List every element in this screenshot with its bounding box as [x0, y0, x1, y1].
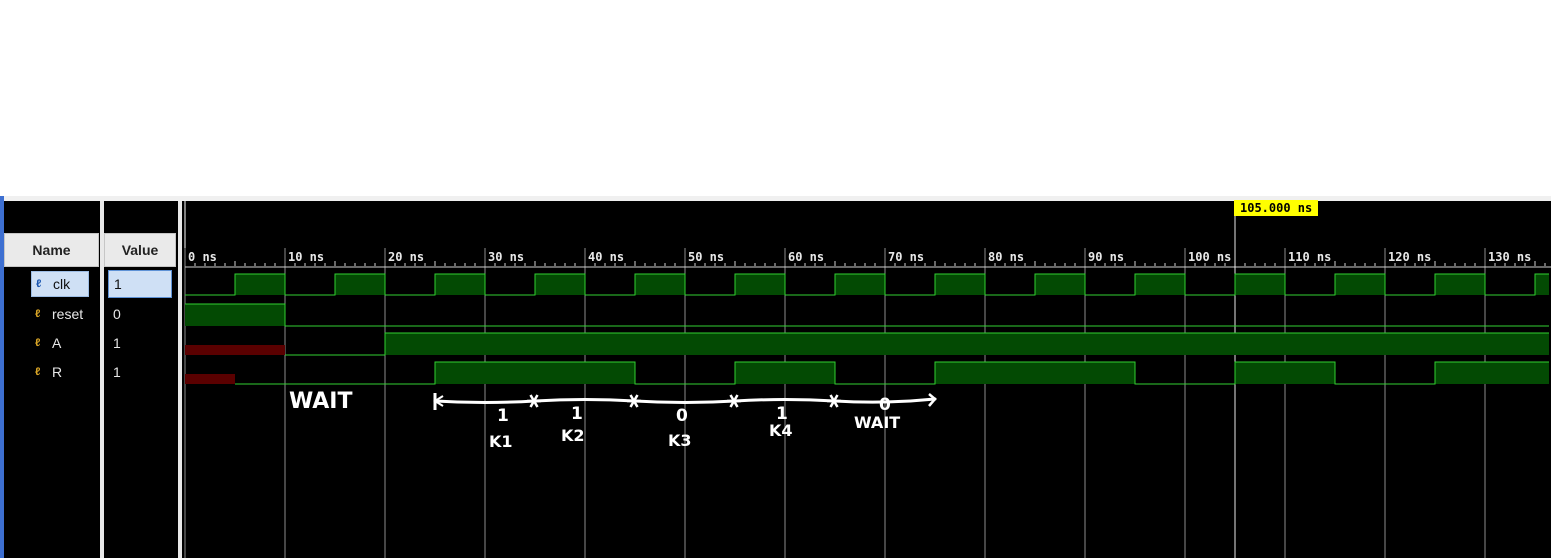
wave-high-segment: [935, 274, 985, 295]
wave-high-segment: [935, 362, 1135, 384]
annotation-segment-value: 1: [571, 404, 583, 424]
wave-unknown-segment: [185, 345, 285, 355]
time-tick-label: 0 ns: [188, 250, 217, 264]
wave-high-segment: [435, 274, 485, 295]
wave-trace: [185, 303, 1549, 327]
wave-high-segment: [385, 333, 1549, 355]
wave-high-segment: [735, 274, 785, 295]
waveform-area[interactable]: 0 ns 10 ns 20 ns 30 ns 40 ns 50 ns 60 ns 70 ns 8…: [4, 196, 1551, 558]
time-tick-label: 30 ns: [488, 250, 524, 264]
wave-high-segment: [1235, 274, 1285, 295]
annotation-segment-value: 1: [497, 406, 509, 426]
time-tick-label: 120 ns: [1388, 250, 1431, 264]
wave-high-segment: [1435, 274, 1485, 295]
wave-high-segment: [185, 304, 285, 326]
wave-high-segment: [1335, 274, 1385, 295]
wave-high-segment: [235, 274, 285, 295]
annotation-segment-label: K1: [489, 432, 513, 451]
wave-high-segment: [735, 362, 835, 384]
time-tick-label: 50 ns: [688, 250, 724, 264]
wave-high-segment: [635, 274, 685, 295]
annotation-segment-label: K3: [668, 431, 692, 450]
wave-high-segment: [835, 274, 885, 295]
wave-high-segment: [535, 274, 585, 295]
annotation-segment-value: 0: [879, 395, 891, 415]
wave-high-segment: [1035, 274, 1085, 295]
time-tick-label: 100 ns: [1188, 250, 1231, 264]
time-tick-label: 90 ns: [1088, 250, 1124, 264]
wave-high-segment: [1135, 274, 1185, 295]
time-tick-label: 80 ns: [988, 250, 1024, 264]
wave-high-segment: [335, 274, 385, 295]
cursor-time-label[interactable]: 105.000 ns: [1234, 200, 1319, 216]
annotation-segment-label: K2: [561, 426, 585, 445]
wave-high-segment: [1235, 362, 1335, 384]
wave-high-segment: [1435, 362, 1549, 384]
wave-unknown-segment: [185, 374, 235, 384]
time-tick-label: 20 ns: [388, 250, 424, 264]
time-tick-label: 60 ns: [788, 250, 824, 264]
wave-trace: [235, 361, 1549, 385]
time-tick-label: 70 ns: [888, 250, 924, 264]
time-tick-label: 40 ns: [588, 250, 624, 264]
annotation-segment-value: 0: [676, 406, 688, 426]
annotation-segment-label: K4: [769, 421, 793, 440]
time-tick-label: 110 ns: [1288, 250, 1331, 264]
wave-high-segment: [435, 362, 635, 384]
time-tick-label: 10 ns: [288, 250, 324, 264]
wave-high-segment: [1535, 274, 1549, 295]
time-tick-label: 130 ns: [1488, 250, 1531, 264]
annotation-segment-label: WAIT: [854, 413, 900, 432]
waveform-viewer: Name Value ℓ clk ℓ reset ℓA ℓR 1 0 1 1 0 n…: [4, 196, 1551, 558]
annotation-wait-label: WAIT: [289, 389, 353, 414]
